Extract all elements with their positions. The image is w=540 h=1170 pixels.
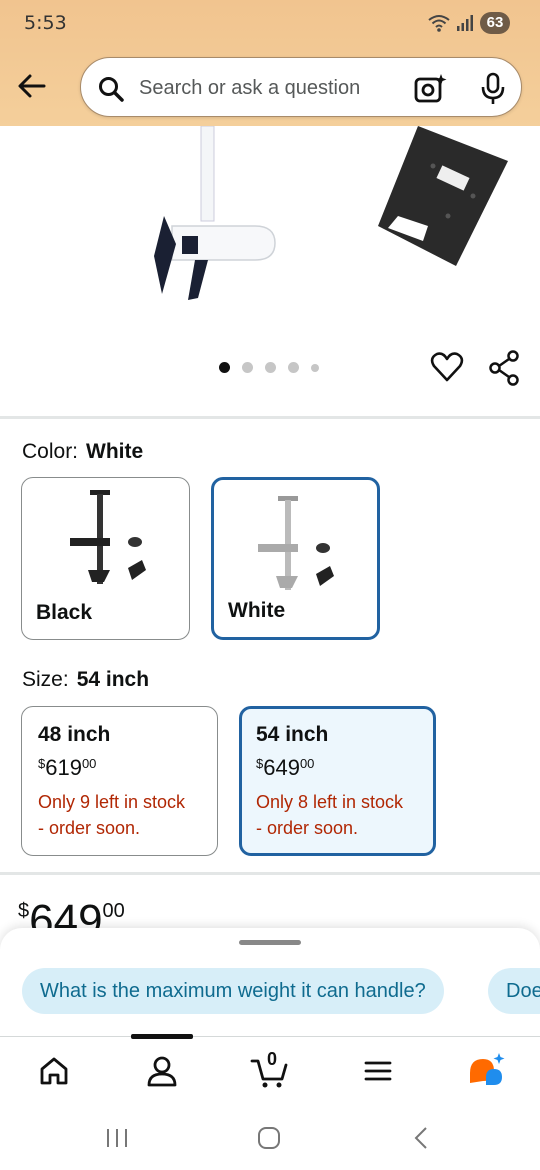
wifi-icon	[428, 15, 450, 32]
color-swatch-black[interactable]: Black	[21, 477, 190, 640]
home-icon[interactable]	[34, 1051, 74, 1091]
price-fraction: 00	[102, 900, 125, 922]
stock-warning: - order soon.	[256, 818, 359, 838]
color-swatch-white[interactable]: White	[211, 477, 380, 640]
heart-icon[interactable]	[430, 350, 464, 384]
home-button-icon[interactable]	[256, 1126, 282, 1150]
black-variant-image	[70, 490, 146, 584]
share-icon[interactable]	[488, 350, 520, 386]
status-time: 5:53	[24, 12, 67, 34]
gallery-dot	[242, 362, 253, 373]
color-label-row: Color: White	[22, 440, 143, 464]
sheet-drag-handle[interactable]	[239, 940, 301, 945]
status-icons: 63	[428, 12, 510, 34]
size-selected-value: 54 inch	[76, 668, 150, 691]
battery-indicator: 63	[480, 12, 510, 34]
section-divider	[0, 872, 540, 875]
rufus-assistant-icon[interactable]	[466, 1051, 506, 1091]
size-option-54-inch[interactable]: 54 inch $64900 Only 8 left in stock - or…	[239, 706, 436, 856]
gallery-dot	[288, 362, 299, 373]
size-option-name: 54 inch	[256, 723, 329, 746]
status-bar: 5:53 63	[0, 0, 540, 48]
search-icon	[99, 77, 124, 102]
back-arrow-icon[interactable]	[14, 68, 50, 104]
stock-warning: - order soon.	[38, 818, 141, 838]
stock-warning: Only 8 left in stock	[256, 792, 404, 812]
rufus-suggestion-sheet[interactable]: What is the maximum weight it can handle…	[0, 928, 540, 1038]
size-option-name: 48 inch	[38, 723, 111, 746]
price-fraction: 00	[299, 756, 315, 771]
mounting-bracket-image	[378, 126, 508, 266]
search-bar[interactable]	[80, 57, 522, 117]
color-label: Color:	[22, 440, 79, 463]
gallery-pagination	[219, 362, 319, 373]
price-whole: 619	[45, 755, 82, 780]
size-option-48-inch[interactable]: 48 inch $61900 Only 9 left in stock - or…	[21, 706, 218, 856]
price-fraction: 00	[81, 756, 97, 771]
camera-lens-icon[interactable]	[413, 72, 447, 106]
gallery-dot	[219, 362, 230, 373]
microphone-icon[interactable]	[479, 72, 507, 106]
gallery-dot	[265, 362, 276, 373]
recent-apps-icon[interactable]	[104, 1126, 130, 1150]
size-option-price: $64900	[256, 755, 419, 781]
system-nav-bar	[0, 1106, 540, 1170]
section-divider	[0, 416, 540, 419]
white-variant-image	[258, 496, 334, 590]
gallery-dot	[311, 363, 319, 372]
trolling-motor-image	[154, 126, 276, 300]
color-option-label: Black	[36, 601, 93, 624]
active-tab-indicator	[131, 1034, 193, 1039]
search-input[interactable]	[139, 70, 407, 106]
cart-count-badge: 0	[267, 1049, 278, 1069]
menu-icon[interactable]	[358, 1051, 398, 1091]
color-selected-value: White	[86, 440, 144, 463]
account-icon[interactable]	[142, 1051, 182, 1091]
signal-icon	[457, 15, 473, 31]
price-symbol: $	[18, 900, 30, 922]
bottom-nav-bar	[0, 1034, 540, 1106]
color-option-label: White	[228, 599, 286, 622]
stock-warning: Only 9 left in stock	[38, 792, 186, 812]
back-button-icon[interactable]	[408, 1126, 434, 1150]
size-label-row: Size: 54 inch	[22, 668, 149, 692]
price-whole: 649	[263, 755, 300, 780]
size-label: Size:	[22, 668, 69, 691]
size-option-price: $61900	[38, 755, 201, 781]
suggestion-chip[interactable]: Doe	[488, 968, 540, 1014]
suggestion-chip[interactable]: What is the maximum weight it can handle…	[22, 968, 444, 1014]
